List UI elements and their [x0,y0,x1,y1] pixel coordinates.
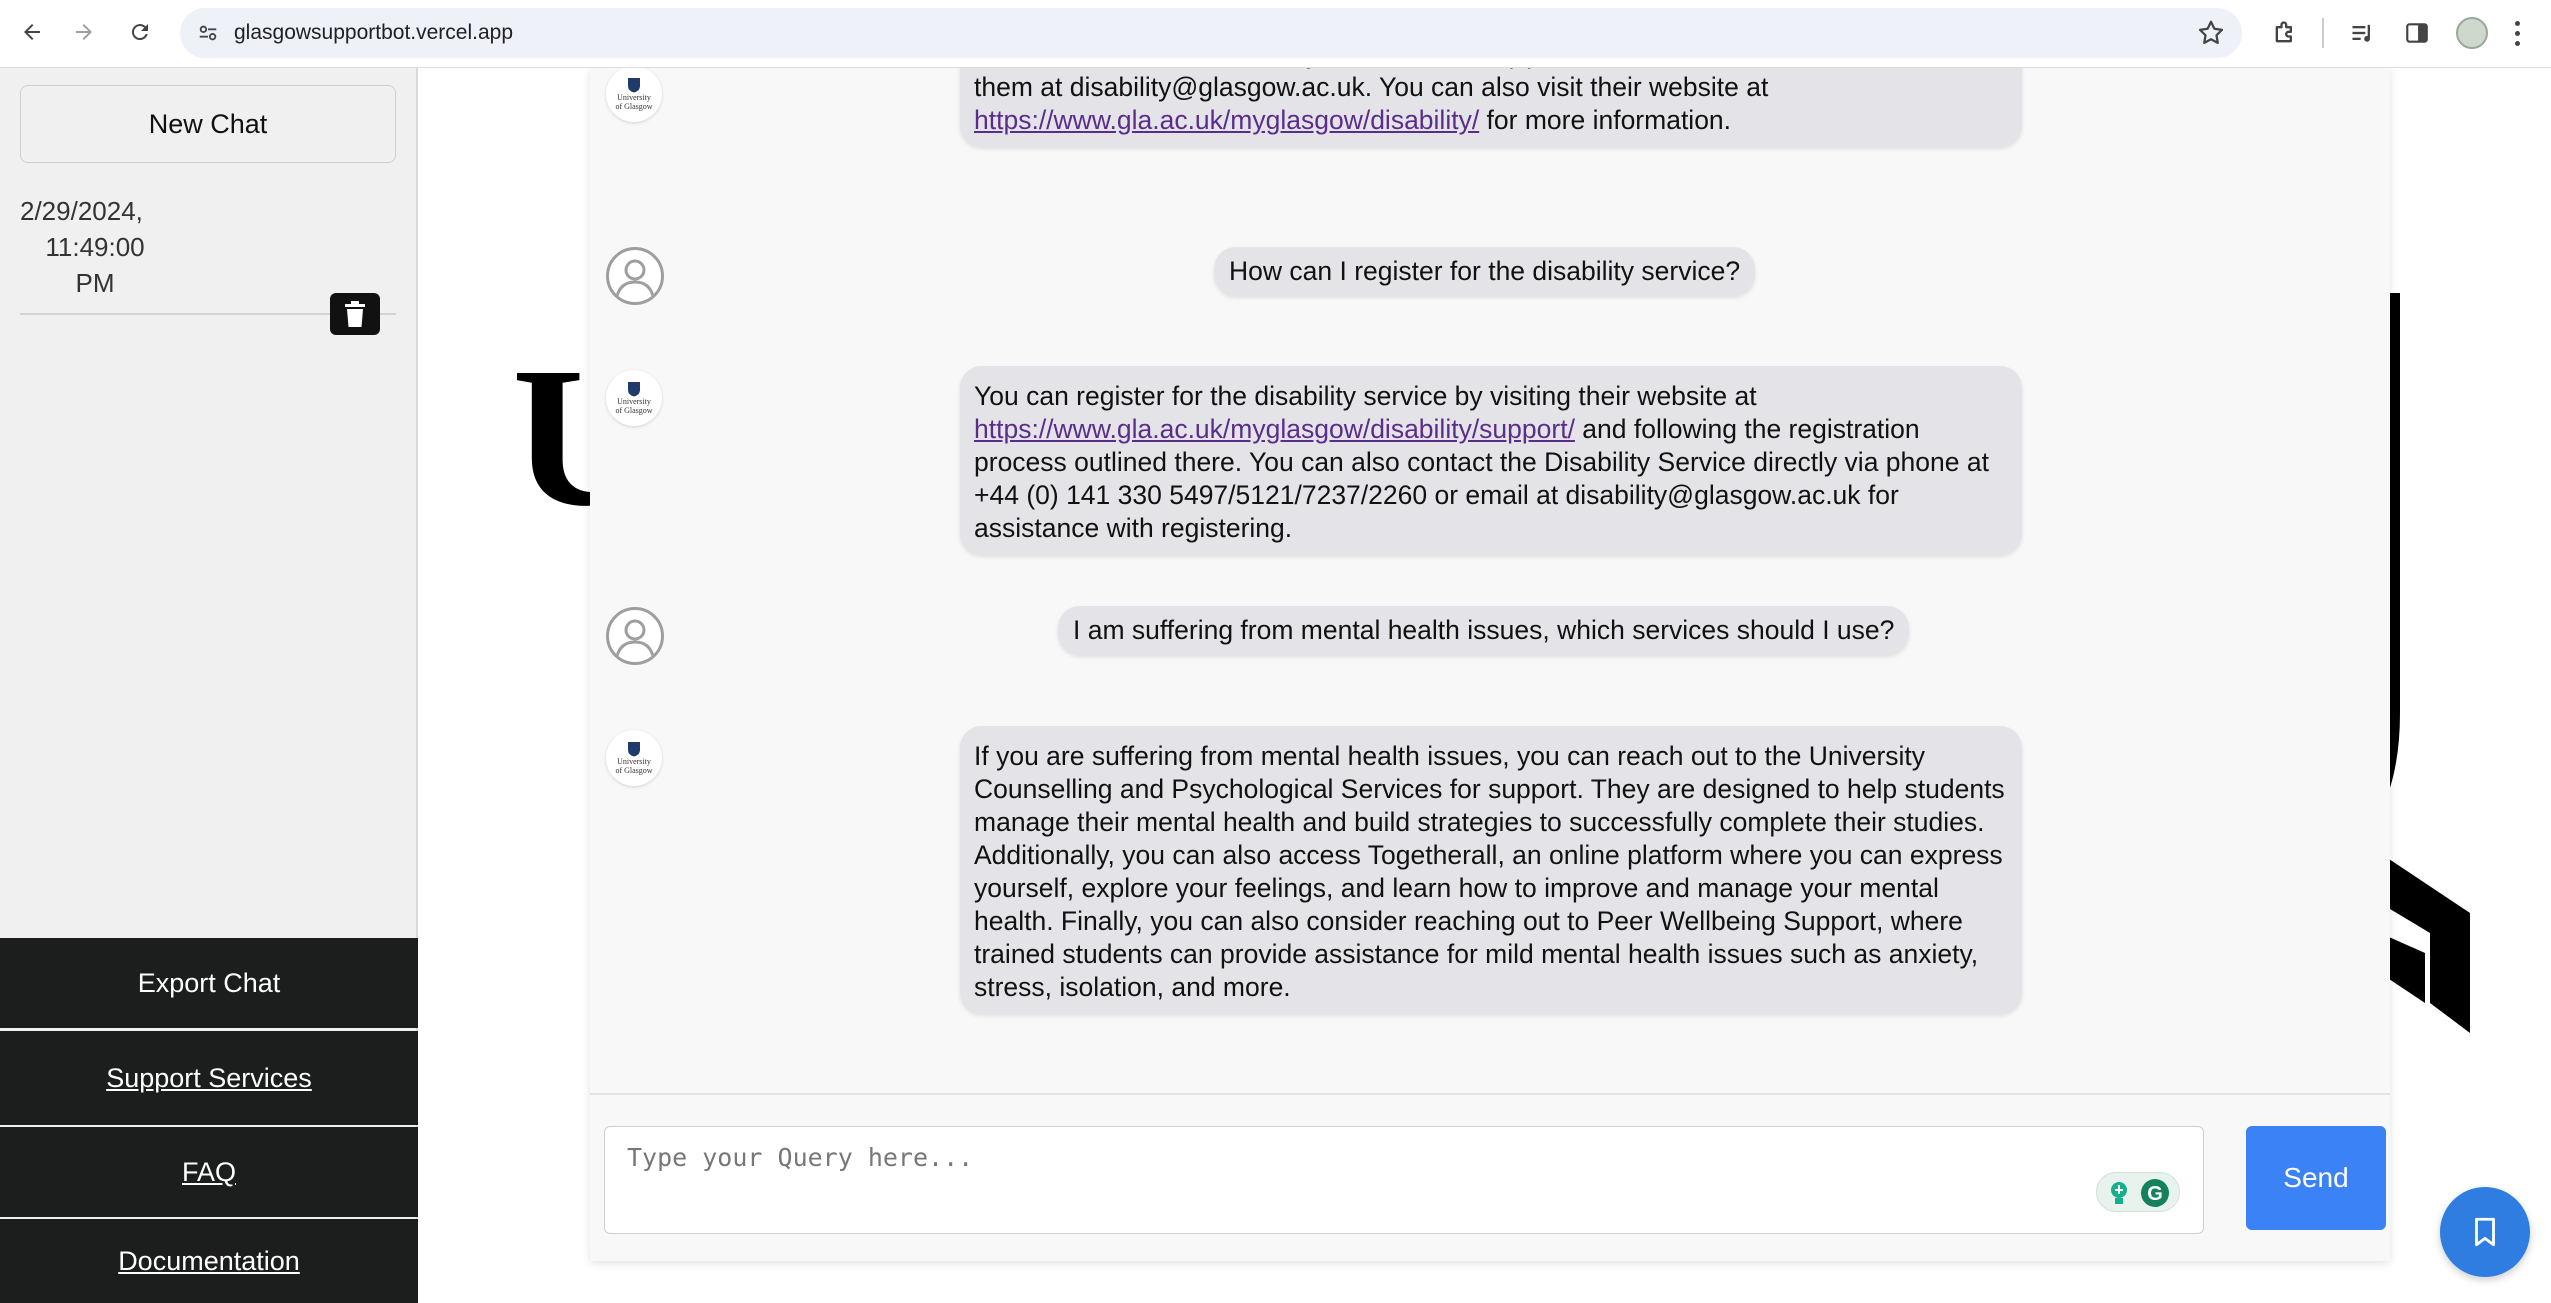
user-avatar [606,607,664,665]
browser-toolbar: glasgowsupportbot.vercel.app [0,0,2551,68]
faq-link[interactable]: FAQ [0,1127,418,1217]
chat-history-item[interactable]: 2/29/2024, 11:49:00 PM [20,193,396,335]
user-avatar [606,247,664,305]
bot-avatar: University of Glasgow [606,730,662,786]
documentation-link[interactable]: Documentation [0,1219,418,1303]
message-text: You can contact the Disability Service a… [974,68,2006,102]
sidebar: New Chat 2/29/2024, 11:49:00 PM Export C… [0,68,418,1303]
message-list[interactable]: University of Glasgow You can contact th… [590,68,2390,1095]
bot-avatar: University of Glasgow [606,370,662,426]
profile-icon[interactable] [2456,17,2488,49]
forward-icon[interactable] [66,14,102,50]
reload-icon[interactable] [122,14,158,50]
delete-chat-button[interactable] [330,293,380,335]
message-link[interactable]: https://www.gla.ac.uk/myglasgow/disabili… [974,105,1479,135]
bot-message: If you are suffering from mental health … [960,726,2022,1014]
grammarly-widget[interactable]: G [2096,1172,2180,1212]
user-message: I am suffering from mental health issues… [1058,606,1910,655]
bot-logo-text: of Glasgow [615,102,653,111]
bot-logo-text: University [617,757,651,766]
message-text: for more information. [1479,105,1732,135]
query-input[interactable] [604,1126,2204,1234]
chat-history-date-line: 2/29/2024, [20,196,143,226]
query-form: G Send [604,1126,2392,1234]
toolbar-divider [2322,18,2324,48]
bot-logo-text: of Glasgow [615,406,653,415]
user-message: How can I register for the disability se… [1214,247,1756,296]
url-text[interactable]: glasgowsupportbot.vercel.app [234,21,513,45]
background-crest-shape [2380,293,2470,1033]
bot-avatar: University of Glasgow [606,68,662,122]
bookmark-fab-button[interactable] [2440,1187,2530,1277]
user-icon [615,619,655,657]
university-crest-icon [628,742,640,757]
trash-icon [345,301,365,327]
grammarly-icon: G [2141,1179,2169,1207]
side-panel-icon[interactable] [2400,16,2434,50]
lightbulb-icon [2111,1182,2127,1204]
site-info-icon[interactable] [194,19,222,47]
star-icon[interactable] [2196,18,2226,48]
new-chat-button[interactable]: New Chat [20,85,396,163]
bot-logo-text: University [617,93,651,102]
export-chat-button[interactable]: Export Chat [0,938,418,1028]
send-button[interactable]: Send [2246,1126,2386,1230]
university-crest-icon [628,382,640,397]
support-services-link[interactable]: Support Services [0,1031,418,1125]
bot-message: You can contact the Disability Service a… [960,68,2022,147]
menu-icon[interactable] [2512,18,2522,50]
bot-logo-text: University [617,397,651,406]
message-link[interactable]: https://www.gla.ac.uk/myglasgow/disabili… [974,414,1575,444]
chat-history-date: 2/29/2024, 11:49:00 PM [20,193,170,301]
media-icon[interactable] [2346,16,2380,50]
chat-history-time-line: 11:49:00 [45,232,145,262]
main-area: U University of Glasgow You can contact … [420,68,2551,1303]
message-text: You can register for the disability serv… [974,381,1757,411]
university-crest-icon [628,78,640,93]
bot-message: You can register for the disability serv… [960,366,2022,555]
address-bar[interactable]: glasgowsupportbot.vercel.app [180,8,2242,58]
chat-history-ampm-line: PM [75,268,115,298]
chat-panel: University of Glasgow You can contact th… [590,68,2390,1261]
user-icon [615,259,655,297]
extensions-icon[interactable] [2268,16,2302,50]
back-icon[interactable] [14,14,50,50]
bookmark-icon [2475,1217,2495,1247]
bot-logo-text: of Glasgow [615,766,653,775]
svg-text:G: G [2147,1183,2163,1205]
